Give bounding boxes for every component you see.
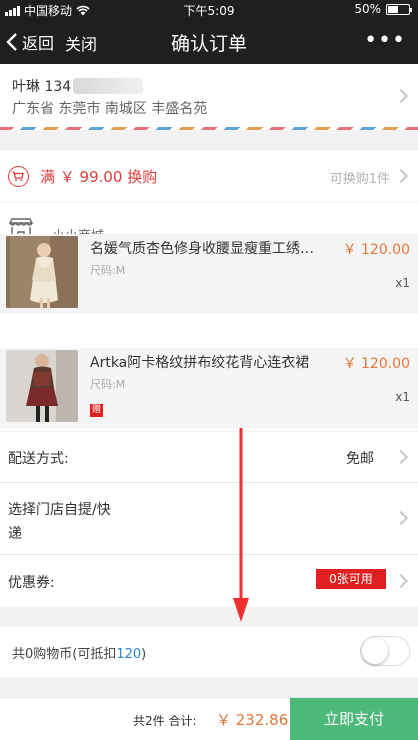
item-price: ￥ 120.00: [342, 356, 410, 372]
pickup-label-line2: 递: [8, 526, 22, 542]
coupon-label: 优惠券:: [8, 575, 55, 591]
pickup-label-line1: 选择门店自提/快: [8, 502, 111, 518]
page-title: 确认订单: [170, 33, 247, 55]
order-count: 共2件 合计:: [133, 714, 197, 728]
pay-now-button[interactable]: 立即支付: [290, 698, 418, 740]
item-quantity: x1: [395, 390, 410, 404]
toggle-knob: [362, 638, 388, 664]
shop-section: 小小商城 名媛气质杏色修身收腰显瘦重工绣… 尺码:M ￥ 120.00 x1 A…: [0, 203, 418, 431]
coin-toggle[interactable]: [360, 636, 410, 666]
address-region: 广东省 东莞市 南城区 丰盛名苑: [12, 101, 208, 117]
coupon-badge: 0张可用: [316, 569, 386, 589]
item-spec: 尺码:M: [90, 264, 126, 277]
chevron-right-icon: [393, 573, 409, 589]
chevron-right-icon: [393, 88, 409, 104]
item-quantity: x1: [395, 276, 410, 290]
order-total: ￥ 232.86: [216, 711, 289, 729]
swap-promo-hint: 可换购1件: [329, 172, 390, 187]
coin-label: 共0购物币(可抵扣120): [12, 647, 147, 662]
coin-amount: 120: [116, 647, 142, 662]
airmail-stripe: [0, 127, 418, 130]
more-dots-icon[interactable]: •••: [364, 28, 406, 53]
item-spec: 尺码:M: [90, 378, 126, 391]
gift-badge: 赠: [90, 404, 103, 417]
checkout-footer: 共2件 合计: ￥ 232.86 立即支付: [0, 697, 418, 740]
chevron-right-icon: [393, 510, 409, 526]
chevron-right-icon: [393, 449, 409, 465]
status-bar: 中国移动 下午5:09 50%: [0, 0, 418, 20]
nav-bar: 返回 关闭 确认订单 •••: [0, 20, 418, 64]
address-name-row: 叶琳 134: [12, 76, 144, 96]
swap-promo-text: 满 ￥ 99.00 换购: [40, 168, 158, 186]
store-pickup-row[interactable]: 选择门店自提/快 递: [0, 483, 418, 554]
cart-icon: [8, 166, 29, 187]
masked-phone: [73, 78, 144, 94]
swap-promo-row[interactable]: 满 ￥ 99.00 换购 可换购1件: [0, 150, 418, 202]
coin-row: 共0购物币(可抵扣120): [0, 627, 418, 677]
product-image: [6, 350, 78, 422]
status-right: 50%: [354, 2, 412, 16]
recipient-name: 叶琳 134: [12, 79, 72, 95]
item-title: 名媛气质杏色修身收腰显瘦重工绣…: [90, 241, 314, 257]
chevron-right-icon: [393, 168, 409, 184]
item-price: ￥ 120.00: [342, 242, 410, 258]
battery-icon: [386, 3, 412, 15]
order-item[interactable]: 名媛气质杏色修身收腰显瘦重工绣… 尺码:M ￥ 120.00 x1: [0, 234, 418, 314]
item-title: Artka阿卡格纹拼布绞花背心连衣裙: [90, 355, 310, 371]
delivery-method-row[interactable]: 配送方式: 免邮: [0, 432, 418, 482]
delivery-value: 免邮: [346, 451, 374, 467]
delivery-label: 配送方式:: [8, 451, 69, 467]
coupon-row[interactable]: 优惠券: 0张可用: [0, 555, 418, 607]
address-card[interactable]: 叶琳 134 广东省 东莞市 南城区 丰盛名苑: [0, 64, 418, 130]
product-image: [6, 236, 78, 308]
order-item[interactable]: Artka阿卡格纹拼布绞花背心连衣裙 尺码:M ￥ 120.00 x1 赠: [0, 348, 418, 428]
battery-percent: 50%: [354, 2, 381, 16]
